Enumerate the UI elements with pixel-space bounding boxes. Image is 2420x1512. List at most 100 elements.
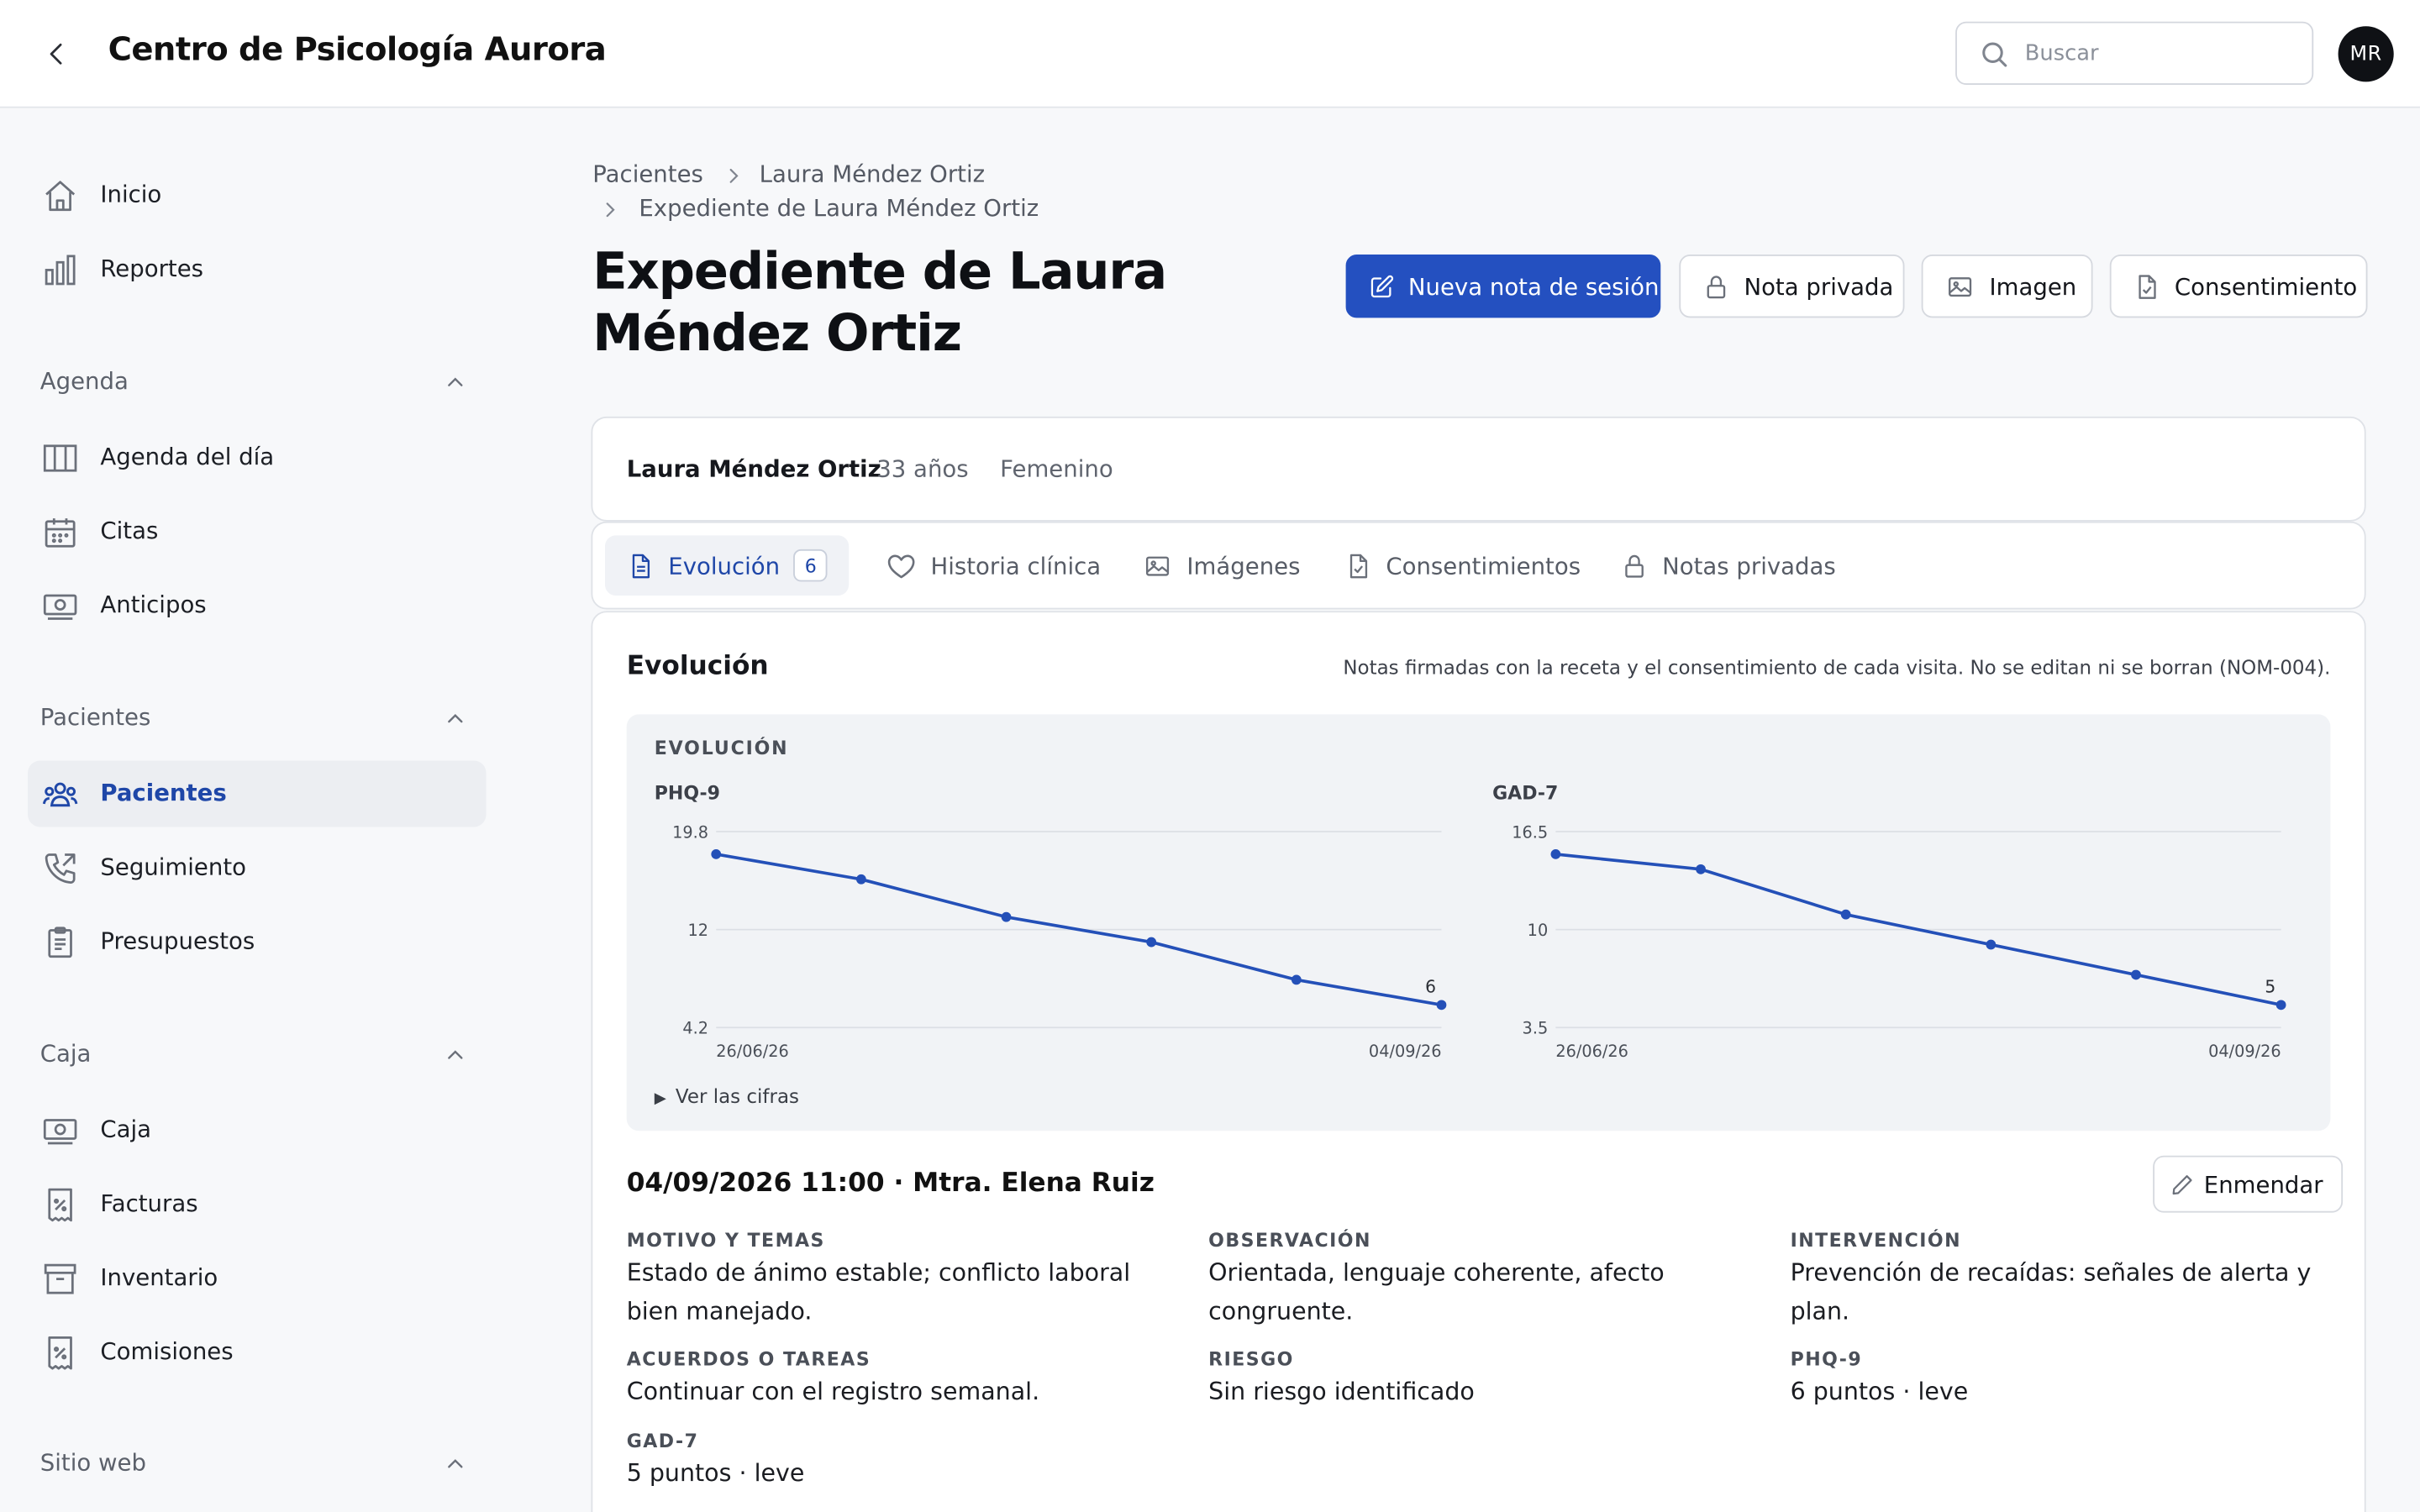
chart-1-data-point	[1986, 939, 1996, 950]
sidebar-item-label: Comisiones	[100, 1337, 234, 1366]
section-title: Caja	[39, 1039, 92, 1068]
sidebar: Inicio Reportes Agenda Agenda del día Ci…	[0, 109, 524, 1512]
field-label: GAD-7	[626, 1430, 699, 1452]
tab-count-badge: 6	[793, 549, 829, 582]
field-label: RIESGO	[1208, 1348, 1294, 1370]
lock-icon	[1625, 554, 1644, 577]
image-icon	[1145, 555, 1170, 575]
file-check-icon	[1349, 553, 1368, 578]
columns-icon	[43, 444, 77, 472]
sidebar-item-label: Seguimiento	[100, 853, 247, 881]
chart-1-data-point	[1840, 909, 1851, 920]
chart-1-data-point	[2275, 1000, 2286, 1011]
search-icon	[1982, 42, 2007, 67]
sidebar-item-reportes[interactable]: Reportes	[28, 236, 486, 302]
sidebar-item-seguimiento[interactable]: Seguimiento	[28, 835, 486, 901]
section-caja[interactable]: Caja	[40, 1038, 472, 1072]
section-pacientes[interactable]: Pacientes	[40, 702, 472, 736]
app-title: Centro de Psicología Aurora	[108, 30, 607, 68]
breadcrumb-patient[interactable]: Laura Méndez Ortiz	[760, 160, 985, 188]
private-note-button[interactable]: Nota privada	[1679, 255, 1905, 318]
sidebar-item-comisiones[interactable]: Comisiones	[28, 1319, 486, 1385]
chart-0-y-tick-label: 4.2	[682, 1019, 708, 1038]
panel-note: Notas firmadas con la receta y el consen…	[1343, 655, 2331, 680]
sidebar-item-label: Inventario	[100, 1263, 218, 1292]
sidebar-item-anticipos[interactable]: Anticipos	[28, 572, 486, 638]
sidebar-item-inventario[interactable]: Inventario	[28, 1245, 486, 1311]
chart-0-last-value-label: 6	[1425, 977, 1436, 997]
consent-button[interactable]: Consentimiento	[2109, 255, 2368, 318]
chart-0-data-point	[1436, 1000, 1447, 1011]
chart-1-title: GAD-7	[1492, 783, 1558, 804]
field-value: Sin riesgo identificado	[1208, 1378, 1475, 1406]
section-agenda[interactable]: Agenda	[40, 365, 472, 399]
tab-label: Evolución	[668, 551, 781, 580]
bar-chart-icon	[45, 255, 76, 286]
show-figures-toggle[interactable]: ▶ Ver las cifras	[655, 1084, 799, 1108]
record-tabs: Evolución 6 Historia clínica Imágenes Co…	[591, 521, 2366, 610]
field-value: 6 puntos · leve	[1790, 1378, 1969, 1406]
search-input[interactable]	[2024, 23, 2303, 84]
session-entry-header: 04/09/2026 11:00 · Mtra. Elena Ruiz	[626, 1168, 1155, 1200]
sidebar-item-pacientes[interactable]: Pacientes	[28, 760, 487, 827]
tab-notas-privadas[interactable]: Notas privadas	[1605, 535, 1851, 596]
tab-historia-clinica[interactable]: Historia clínica	[871, 535, 1117, 596]
chart-0-data-point	[1146, 937, 1157, 948]
chart-0-data-point	[856, 874, 866, 885]
new-session-note-button[interactable]: Nueva nota de sesión	[1345, 255, 1661, 318]
field-value: Estado de ánimo estable; conflicto labor…	[626, 1258, 1131, 1326]
sidebar-item-label: Agenda del día	[100, 443, 275, 471]
button-label: Nueva nota de sesión	[1407, 272, 1660, 301]
tab-imagenes[interactable]: Imágenes	[1127, 535, 1316, 596]
users-icon	[42, 782, 78, 807]
charts-canvas: PHQ-9 19.8 12 4.2 6 26/06/26 04/09/26 GAD-7 16.5…	[655, 783, 2286, 1061]
heart-icon	[887, 554, 915, 578]
money-icon	[43, 1119, 77, 1145]
sidebar-item-facturas[interactable]: Facturas	[28, 1171, 486, 1237]
chart-1-last-value-label: 5	[2265, 977, 2275, 997]
amend-button[interactable]: Enmendar	[2153, 1155, 2344, 1213]
image-button[interactable]: Imagen	[1921, 255, 2093, 318]
chevron-up-icon	[448, 713, 463, 723]
chevron-up-icon	[448, 1459, 463, 1468]
chart-0-x-first-label: 26/06/26	[716, 1042, 789, 1061]
receipt-percent-icon	[48, 1188, 72, 1222]
panel-title: Evolución	[626, 651, 769, 682]
section-title: Agenda	[39, 367, 129, 396]
chart-0-y-tick-label: 19.8	[672, 822, 708, 842]
toggle-label: Ver las cifras	[675, 1084, 799, 1108]
breadcrumb-pacientes[interactable]: Pacientes	[592, 160, 703, 188]
field-value: Continuar con el registro semanal.	[626, 1378, 1040, 1406]
sidebar-item-label: Facturas	[100, 1189, 198, 1218]
sidebar-item-agenda-del-dia[interactable]: Agenda del día	[28, 424, 486, 491]
back-button[interactable]	[34, 31, 80, 77]
chevron-right-icon	[729, 168, 739, 183]
section-sitio-web[interactable]: Sitio web	[40, 1447, 472, 1481]
tab-evolucion[interactable]: Evolución 6	[604, 535, 850, 596]
sidebar-item-caja[interactable]: Caja	[28, 1097, 486, 1163]
sidebar-item-inicio[interactable]: Inicio	[28, 162, 486, 228]
tab-label: Consentimientos	[1386, 551, 1581, 580]
tab-label: Imágenes	[1186, 551, 1301, 580]
sidebar-item-presupuestos[interactable]: Presupuestos	[28, 909, 486, 975]
chevron-right-icon	[606, 202, 615, 218]
app-root: Centro de Psicología Aurora MR Inicio Re…	[0, 0, 2420, 1512]
chart-1-x-last-label: 04/09/26	[2208, 1042, 2281, 1061]
sidebar-item-citas[interactable]: Citas	[28, 498, 486, 564]
button-label: Imagen	[1989, 272, 2077, 301]
calendar-icon	[45, 518, 76, 548]
triangle-right-icon: ▶	[654, 1090, 666, 1108]
tab-consentimientos[interactable]: Consentimientos	[1328, 535, 1596, 596]
search-box[interactable]	[1955, 21, 2314, 86]
phone-icon	[45, 853, 76, 884]
chart-1-data-point	[2131, 969, 2141, 980]
field-value: 5 puntos · leve	[626, 1459, 805, 1488]
chart-1-data-point	[1696, 864, 1706, 874]
tab-label: Notas privadas	[1662, 551, 1836, 580]
field-label: MOTIVO Y TEMAS	[626, 1229, 825, 1252]
money-icon	[43, 594, 77, 620]
chart-1-x-first-label: 26/06/26	[1555, 1042, 1628, 1061]
sidebar-item-label: Reportes	[100, 255, 204, 283]
avatar[interactable]: MR	[2338, 26, 2394, 82]
document-icon	[632, 553, 650, 578]
